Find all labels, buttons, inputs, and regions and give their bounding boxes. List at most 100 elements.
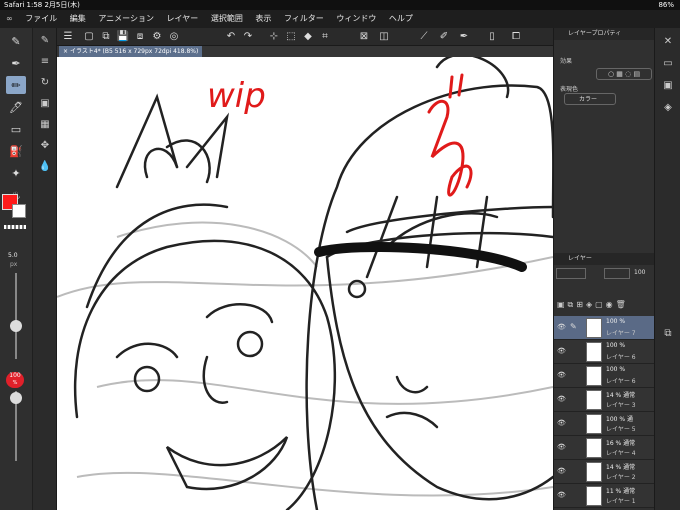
layer-row[interactable]: 👁 14 % 通常 レイヤー 3	[554, 388, 655, 412]
fill-icon[interactable]: ◆	[301, 30, 315, 44]
redo-icon[interactable]: ↷	[241, 30, 255, 44]
brush-size-slider[interactable]	[15, 273, 17, 359]
sub-color-swatch[interactable]	[12, 204, 26, 218]
layer-row[interactable]: 👁 ✎ 100 % レイヤー 7	[554, 316, 655, 340]
command-bar: ☰ ▢ ⧉ 💾 ⧈ ⚙ ◎ ↶ ↷ ⊹ ⬚ ◆ ⌗ ⊠ ◫ ⟋ ✐ ✒ ▯ ⧠	[57, 28, 553, 46]
navigator-icon[interactable]: ▭	[660, 56, 676, 72]
brush-size-unit: px	[10, 261, 18, 268]
close-icon[interactable]: ×	[63, 48, 70, 55]
page-icon[interactable]: ▯	[485, 30, 499, 44]
visibility-eye-icon[interactable]: 👁	[557, 443, 566, 451]
layer-thumbnail	[586, 390, 602, 410]
layer-opacity-slider[interactable]	[604, 268, 630, 279]
undo-icon[interactable]: ↶	[224, 30, 238, 44]
signature-mark	[427, 73, 473, 197]
layer-thumbnail	[586, 414, 602, 434]
ruler-icon[interactable]: ⟋	[417, 30, 431, 44]
eraser-tool-icon[interactable]: ▭	[6, 120, 26, 138]
layer-row[interactable]: 👁 14 % 通常 レイヤー 2	[554, 460, 655, 484]
menu-help[interactable]: ヘルプ	[389, 10, 413, 28]
brush-size-knob[interactable]	[10, 320, 22, 332]
transform-icon[interactable]: ⌗	[318, 30, 332, 44]
select-all-icon[interactable]: ⬚	[284, 30, 298, 44]
grid-icon[interactable]: ▦	[37, 117, 53, 133]
layer-stack-icon[interactable]: ⧉	[660, 326, 676, 342]
brush-size-value: 5.0	[8, 252, 18, 259]
opacity-value: 100	[9, 372, 21, 379]
marker-tool-icon[interactable]: 🖊	[6, 98, 26, 116]
blend-mode-select[interactable]	[556, 268, 586, 279]
wip-label: wip	[207, 76, 266, 116]
clear-icon[interactable]: ⊠	[357, 30, 371, 44]
layer-thumbnail	[586, 462, 602, 482]
opacity-knob[interactable]	[10, 392, 22, 404]
close-panel-icon[interactable]: ✕	[660, 34, 676, 50]
visibility-eye-icon[interactable]: 👁	[557, 323, 566, 331]
new-icon[interactable]: ⧉	[99, 30, 113, 44]
layer-thumbnail	[586, 342, 602, 362]
visibility-eye-icon[interactable]: 👁	[557, 395, 566, 403]
layer-name: レイヤー 6	[606, 378, 636, 385]
settings-sliders-icon[interactable]: ≡	[37, 54, 53, 70]
layer-thumbnail	[586, 366, 602, 386]
menu-icon[interactable]: ☰	[61, 30, 75, 44]
target-icon[interactable]: ◎	[167, 30, 181, 44]
edit-pen-icon: ✎	[570, 322, 577, 331]
layer-name: レイヤー 1	[606, 498, 636, 505]
layer-panel-icon[interactable]: ◈	[660, 100, 676, 116]
visibility-eye-icon[interactable]: 👁	[557, 371, 566, 379]
tool-palette: ✎ ✒ ✏ 🖊 ▭ ⛽ ✦ ♨ 5.0 px 100 %	[0, 28, 33, 510]
document-tab[interactable]: × イラスト4* (B5 516 x 729px 72dpi 418.8%)	[59, 46, 203, 57]
save-icon[interactable]: ▢	[82, 30, 96, 44]
lasso-icon[interactable]: ⊹	[267, 30, 281, 44]
menu-layer[interactable]: レイヤー	[167, 10, 199, 28]
rotate-icon[interactable]: ↻	[37, 75, 53, 91]
menu-file[interactable]: ファイル	[25, 10, 57, 28]
visibility-eye-icon[interactable]: 👁	[557, 419, 566, 427]
crop-icon[interactable]: ◫	[377, 30, 391, 44]
panel-icon-column: ✕ ▭ ▣ ◈ ⧉	[654, 28, 680, 510]
layer-row[interactable]: 👁 100 % 通 レイヤー 5	[554, 412, 655, 436]
visibility-eye-icon[interactable]: 👁	[557, 347, 566, 355]
layer-row[interactable]: 👁 16 % 通常 レイヤー 4	[554, 436, 655, 460]
layer-name: レイヤー 3	[606, 402, 636, 409]
status-bar: Safari 1:58 2月5日(木) 86%	[0, 0, 680, 10]
pen-settings-icon[interactable]: ✐	[437, 30, 451, 44]
layer-opacity: 11 % 通常	[606, 488, 636, 495]
menu-window[interactable]: ウィンドウ	[336, 10, 376, 28]
menu-view[interactable]: 表示	[255, 10, 271, 28]
menu-filter[interactable]: フィルター	[284, 10, 324, 28]
layer-actions-row[interactable]: ▣⧉⊞◈▢◉🗑	[557, 300, 653, 312]
view-icon[interactable]: ⧠	[509, 30, 523, 44]
droplet-icon[interactable]: 💧	[37, 159, 53, 175]
line-icon[interactable]: ✒	[457, 30, 471, 44]
drawing-canvas[interactable]: wip	[57, 57, 553, 510]
layer-thumbnail	[586, 318, 602, 338]
sparkle-tool-icon[interactable]: ✦	[6, 164, 26, 182]
menu-animation[interactable]: アニメーション	[98, 10, 154, 28]
pen-tool-icon[interactable]: ✎	[6, 32, 26, 50]
sub-view-icon[interactable]: ▣	[660, 78, 676, 94]
stamp-icon[interactable]: ▣	[37, 96, 53, 112]
sub-tool-pen-icon[interactable]: ✎	[37, 33, 53, 49]
settings-icon[interactable]: ⚙	[150, 30, 164, 44]
move-icon[interactable]: ✥	[37, 138, 53, 154]
transparent-swatch[interactable]	[4, 225, 26, 229]
layer-row[interactable]: 👁 100 % レイヤー 6	[554, 340, 655, 364]
layers-icon[interactable]: ⧈	[133, 30, 147, 44]
right-panels: レイヤープロパティ 効果 ○ ▦ ◌ ▤ 表現色 カラー レイヤー 100 ▣⧉…	[553, 28, 655, 510]
visibility-eye-icon[interactable]: 👁	[557, 467, 566, 475]
save-file-icon[interactable]: 💾	[116, 30, 130, 44]
pencil-tool-icon[interactable]: ✏	[6, 76, 26, 94]
layer-thumbnail	[586, 438, 602, 458]
layer-row[interactable]: 👁 11 % 通常 レイヤー 1	[554, 484, 655, 508]
brush-tool-icon[interactable]: ✒	[6, 54, 26, 72]
effect-buttons[interactable]: ○ ▦ ◌ ▤	[596, 68, 652, 80]
layer-row[interactable]: 👁 100 % レイヤー 6	[554, 364, 655, 388]
color-mode-select[interactable]: カラー	[564, 93, 616, 105]
menu-edit[interactable]: 編集	[70, 10, 86, 28]
document-tabs: × イラスト4* (B5 516 x 729px 72dpi 418.8%)	[57, 46, 553, 57]
menu-selection[interactable]: 選択範囲	[211, 10, 243, 28]
fill-tool-icon[interactable]: ⛽	[6, 142, 26, 160]
visibility-eye-icon[interactable]: 👁	[557, 491, 566, 499]
